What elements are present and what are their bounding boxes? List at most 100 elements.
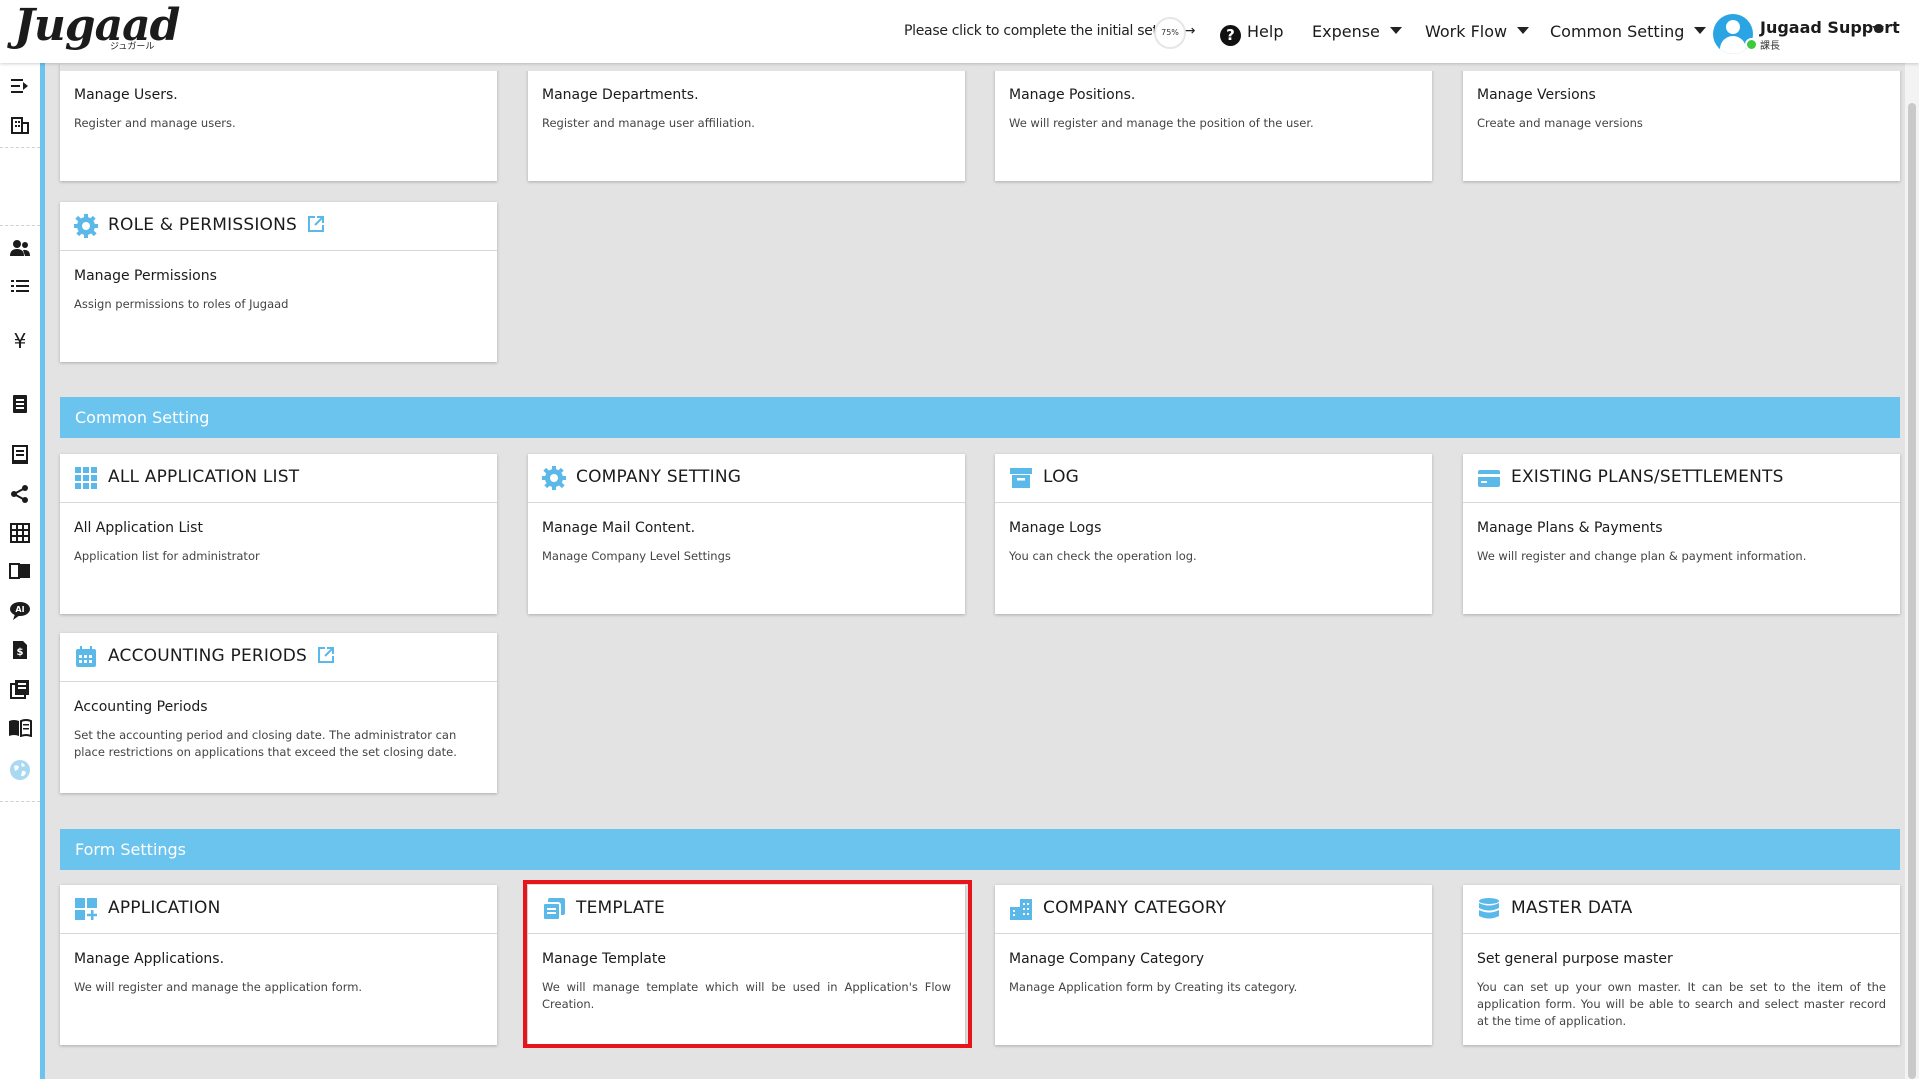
card-title: LOG xyxy=(1043,467,1080,487)
common-setting-menu[interactable]: Common Setting xyxy=(1550,22,1707,41)
ai-chat-icon[interactable]: AI xyxy=(8,601,32,623)
card-subtitle: Accounting Periods xyxy=(74,699,208,715)
archive-icon xyxy=(1010,468,1032,488)
chevron-down-icon xyxy=(1517,27,1530,34)
card-subtitle: Manage Template xyxy=(542,951,666,967)
card-description: Manage Company Level Settings xyxy=(542,549,731,563)
company-category-card[interactable]: COMPANY CATEGORY Manage Company Category… xyxy=(995,885,1432,1045)
versions-card[interactable]: Manage Versions Create and manage versio… xyxy=(1463,63,1900,181)
help-link[interactable]: ? Help xyxy=(1220,22,1283,46)
application-card[interactable]: APPLICATION Manage Applications. We will… xyxy=(60,885,497,1045)
manual-icon[interactable] xyxy=(8,719,32,741)
user-role: 課長 xyxy=(1760,41,1780,52)
grid-icon xyxy=(75,467,97,489)
card-subtitle: Manage Applications. xyxy=(74,951,225,967)
template-card[interactable]: TEMPLATE Manage Template We will manage … xyxy=(528,885,965,1045)
expense-menu[interactable]: Expense xyxy=(1312,22,1402,41)
initial-setup-link[interactable]: Please click to complete the initial set… xyxy=(904,23,1196,39)
expense-label: Expense xyxy=(1312,22,1380,41)
card-header: APPLICATION xyxy=(60,885,497,934)
company-setting-card[interactable]: COMPANY SETTING Manage Mail Content. Man… xyxy=(528,454,965,614)
role-permissions-card[interactable]: ROLE & PERMISSIONS Manage Permissions As… xyxy=(60,202,497,362)
card-title-text: ACCOUNTING PERIODS xyxy=(108,646,307,666)
card-description: We will register and manage the applicat… xyxy=(74,980,363,994)
card-description: Register and manage user affiliation. xyxy=(542,116,755,130)
workflow-menu[interactable]: Work Flow xyxy=(1425,22,1530,41)
card-description: Set the accounting period and closing da… xyxy=(74,728,457,759)
logo-text: Jugaad xyxy=(14,0,180,51)
card-subtitle: Manage Mail Content. xyxy=(542,520,696,536)
card-title: EXISTING PLANS/SETTLEMENTS xyxy=(1511,467,1784,487)
card-subtitle: Manage Users. xyxy=(74,87,178,103)
card-description: We will manage template which will be us… xyxy=(542,980,951,1011)
departments-card[interactable]: Manage Departments. Register and manage … xyxy=(528,63,965,181)
card-header: TEMPLATE xyxy=(528,885,965,934)
card-subtitle: Manage Plans & Payments xyxy=(1477,520,1663,536)
card-description: We will register and change plan & payme… xyxy=(1477,549,1807,563)
chevron-down-icon xyxy=(1389,27,1402,34)
card-header: ROLE & PERMISSIONS xyxy=(60,202,497,251)
card-description: Register and manage users. xyxy=(74,116,236,130)
card-header: ALL APPLICATION LIST xyxy=(60,454,497,503)
book-icon[interactable] xyxy=(8,562,32,584)
widgets-add-icon xyxy=(75,898,97,920)
card-description: Create and manage versions xyxy=(1477,116,1643,130)
card-title: ACCOUNTING PERIODS xyxy=(108,646,335,666)
card-header: LOG xyxy=(995,454,1432,503)
credit-card-icon xyxy=(1478,470,1500,487)
accounting-periods-card[interactable]: ACCOUNTING PERIODS Accounting Periods Se… xyxy=(60,633,497,793)
online-status-icon xyxy=(1745,38,1758,51)
invoice-icon[interactable]: $ xyxy=(8,640,32,662)
card-description: We will register and manage the position… xyxy=(1009,116,1314,130)
document-icon[interactable] xyxy=(8,394,32,416)
card-subtitle: Manage Logs xyxy=(1009,520,1102,536)
card-description: Application list for administrator xyxy=(74,549,260,563)
users-card[interactable]: Manage Users. Register and manage users. xyxy=(60,63,497,181)
building-icon[interactable] xyxy=(8,115,32,137)
page-scrollbar[interactable] xyxy=(1905,63,1919,1079)
all-application-list-card[interactable]: ALL APPLICATION LIST All Application Lis… xyxy=(60,454,497,614)
card-subtitle: Manage Company Category xyxy=(1009,951,1205,967)
common-setting-label: Common Setting xyxy=(1550,22,1685,41)
card-description: Assign permissions to roles of Jugaad xyxy=(74,297,289,311)
user-menu-chevron-icon[interactable] xyxy=(1872,26,1884,33)
table-icon[interactable] xyxy=(8,523,32,545)
positions-card[interactable]: Manage Positions. We will register and m… xyxy=(995,63,1432,181)
workflow-label: Work Flow xyxy=(1425,22,1508,41)
share-icon[interactable] xyxy=(8,484,32,506)
scrollbar-thumb[interactable] xyxy=(1908,103,1916,1079)
card-subtitle: All Application List xyxy=(74,520,203,536)
card-subtitle: Set general purpose master xyxy=(1477,951,1673,967)
card-title-text: ROLE & PERMISSIONS xyxy=(108,215,298,235)
card-title: MASTER DATA xyxy=(1511,898,1633,918)
card-title: ALL APPLICATION LIST xyxy=(108,467,300,487)
yen-icon[interactable]: ¥ xyxy=(8,330,32,352)
receipt-icon[interactable] xyxy=(8,445,32,467)
existing-plans-card[interactable]: EXISTING PLANS/SETTLEMENTS Manage Plans … xyxy=(1463,454,1900,614)
svg-text:AI: AI xyxy=(15,605,24,614)
card-title: APPLICATION xyxy=(108,898,221,918)
globe-icon[interactable] xyxy=(8,759,32,781)
card-header: ACCOUNTING PERIODS xyxy=(60,633,497,682)
help-icon: ? xyxy=(1220,25,1241,46)
external-link-icon[interactable] xyxy=(307,215,325,233)
report-icon[interactable] xyxy=(8,679,32,701)
database-icon xyxy=(1479,898,1499,919)
card-subtitle: Manage Positions. xyxy=(1009,87,1136,103)
section-common-setting: Common Setting xyxy=(60,397,1900,438)
log-card[interactable]: LOG Manage Logs You can check the operat… xyxy=(995,454,1432,614)
external-link-icon[interactable] xyxy=(317,646,335,664)
logo-subtext: ジュガール xyxy=(110,42,155,52)
setup-progress-badge[interactable]: 75% xyxy=(1154,17,1186,49)
template-icon xyxy=(542,898,565,921)
calendar-icon xyxy=(76,646,96,667)
master-data-card[interactable]: MASTER DATA Set general purpose master Y… xyxy=(1463,885,1900,1045)
jugaad-logo[interactable]: Jugaad xyxy=(14,0,180,51)
card-subtitle: Manage Departments. xyxy=(542,87,699,103)
card-description: Manage Application form by Creating its … xyxy=(1009,980,1298,994)
list-icon[interactable] xyxy=(8,278,32,300)
card-subtitle: Manage Versions xyxy=(1477,87,1596,103)
users-icon[interactable] xyxy=(8,239,32,261)
card-header: MASTER DATA xyxy=(1463,885,1900,934)
menu-expand-icon[interactable] xyxy=(8,77,32,99)
